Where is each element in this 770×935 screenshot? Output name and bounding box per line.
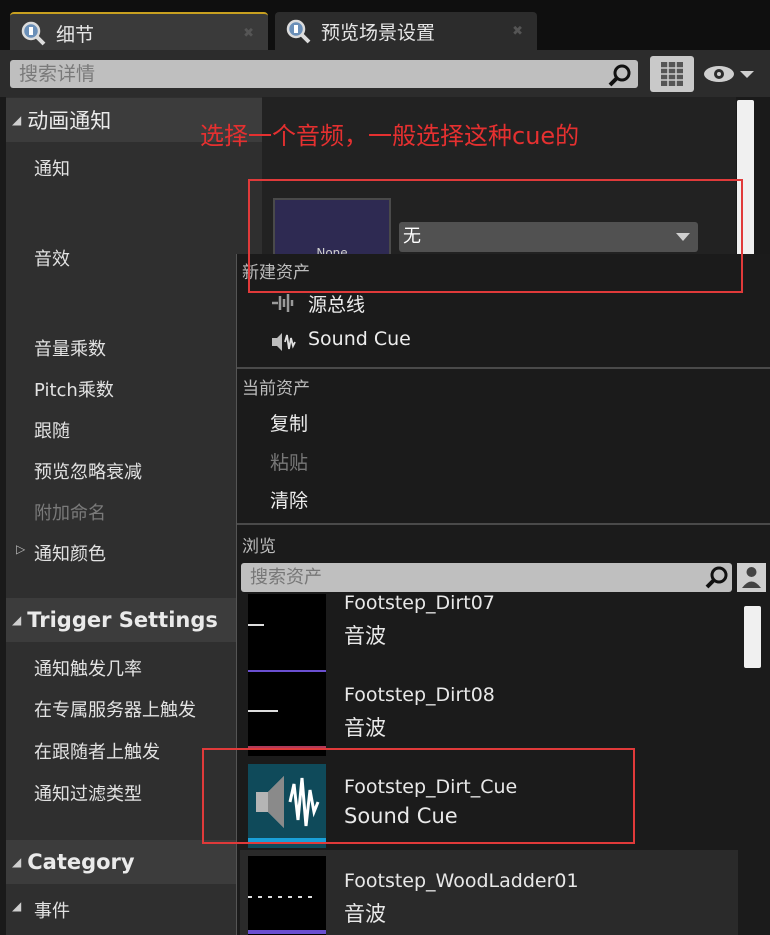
expand-triangle-icon[interactable]: ▷ xyxy=(16,542,25,556)
category-trigger-settings[interactable]: ◢ Trigger Settings xyxy=(6,598,262,642)
asset-thumbnail xyxy=(248,672,326,756)
tab-bar: 细节 ✖ 预览场景设置 ✖ xyxy=(0,0,770,52)
menu-separator xyxy=(237,523,770,525)
search-placeholder: 搜索资产 xyxy=(250,567,322,588)
search-icon xyxy=(608,64,631,87)
search-details-input[interactable]: 搜索详情 xyxy=(10,60,638,88)
category-label: 动画通知 xyxy=(27,109,112,133)
prop-notify-color: 通知颜色 xyxy=(34,544,106,565)
prop-event: 事件 xyxy=(34,901,70,922)
menu-separator xyxy=(237,367,770,369)
prop-notify-trigger-chance: 通知触发几率 xyxy=(34,659,142,680)
tab-details[interactable]: 细节 ✖ xyxy=(10,12,268,52)
tab-preview-scene-settings[interactable]: 预览场景设置 ✖ xyxy=(275,12,537,50)
annotation-box-sound-field xyxy=(248,179,743,293)
menu-item-copy[interactable]: 复制 xyxy=(270,409,308,436)
prop-notify: 通知 xyxy=(34,159,70,180)
collapse-triangle-icon: ◢ xyxy=(12,613,22,627)
collapse-triangle-icon: ◢ xyxy=(12,855,22,869)
search-icon xyxy=(705,566,728,589)
prop-volume-multiplier: 音量乘数 xyxy=(34,339,106,360)
prop-sound: 音效 xyxy=(34,249,70,270)
asset-row[interactable]: Footstep_Dirt07 音波 xyxy=(240,594,738,674)
prop-attach-name: 附加命名 xyxy=(34,503,106,524)
grid-icon xyxy=(661,62,683,86)
menu-item-label: Sound Cue xyxy=(308,328,411,350)
collapse-triangle-icon: ◢ xyxy=(12,899,22,913)
asset-type: 音波 xyxy=(344,716,386,740)
details-toolbar: 搜索详情 xyxy=(0,50,770,97)
eye-icon xyxy=(704,66,754,82)
annotation-text: 选择一个音频，一般选择这种cue的 xyxy=(200,122,580,150)
asset-name: Footstep_Dirt08 xyxy=(344,684,495,706)
source-bus-icon xyxy=(272,294,294,312)
menu-item-sound-cue[interactable]: Sound Cue xyxy=(270,328,670,356)
prop-notify-filter-type: 通知过滤类型 xyxy=(34,784,142,805)
annotation-box-cue-asset xyxy=(202,748,635,844)
asset-search-input[interactable]: 搜索资产 xyxy=(241,563,732,592)
category-category[interactable]: ◢ Category xyxy=(6,840,262,884)
close-icon[interactable]: ✖ xyxy=(512,24,523,39)
asset-name: Footstep_WoodLadder01 xyxy=(344,870,579,892)
asset-type: 音波 xyxy=(344,902,386,926)
prop-pitch-multiplier: Pitch乘数 xyxy=(34,380,114,401)
section-current-asset: 当前资产 xyxy=(242,379,310,399)
prop-trigger-on-follower: 在跟随者上触发 xyxy=(34,742,160,763)
menu-item-clear[interactable]: 清除 xyxy=(270,486,308,513)
menu-item-source-bus[interactable]: 源总线 xyxy=(270,290,670,318)
asset-thumbnail xyxy=(248,594,326,670)
tab-label: 细节 xyxy=(56,23,95,46)
asset-filter-button[interactable] xyxy=(737,563,766,592)
asset-type: 音波 xyxy=(344,624,386,648)
category-label: Trigger Settings xyxy=(27,608,218,632)
menu-item-label: 源总线 xyxy=(308,294,366,316)
user-icon xyxy=(742,567,761,588)
sound-cue-icon xyxy=(272,333,296,351)
asset-name: Footstep_Dirt07 xyxy=(344,594,495,614)
asset-list-scrollbar[interactable] xyxy=(744,606,761,668)
asset-thumbnail xyxy=(248,856,326,935)
prop-follow: 跟随 xyxy=(34,421,70,442)
menu-item-paste[interactable]: 粘贴 xyxy=(270,448,308,475)
details-magnifier-icon xyxy=(286,19,311,44)
details-magnifier-icon xyxy=(21,21,46,46)
close-icon[interactable]: ✖ xyxy=(243,26,254,41)
prop-preview-ignore-attenuation: 预览忽略衰减 xyxy=(34,462,142,483)
section-browse: 浏览 xyxy=(242,537,276,557)
property-matrix-button[interactable] xyxy=(650,56,694,92)
asset-type-bar xyxy=(248,930,326,934)
tab-label: 预览场景设置 xyxy=(321,21,436,44)
view-options-button[interactable] xyxy=(701,60,759,88)
category-label: Category xyxy=(27,850,135,874)
prop-trigger-on-dedicated-server: 在专属服务器上触发 xyxy=(34,700,196,721)
subcategory-event[interactable]: ◢ 事件 xyxy=(6,889,262,929)
asset-row[interactable]: Footstep_WoodLadder01 音波 xyxy=(240,850,738,935)
collapse-triangle-icon: ◢ xyxy=(12,113,22,127)
chevron-down-icon xyxy=(740,71,754,78)
search-placeholder: 搜索详情 xyxy=(19,63,96,85)
